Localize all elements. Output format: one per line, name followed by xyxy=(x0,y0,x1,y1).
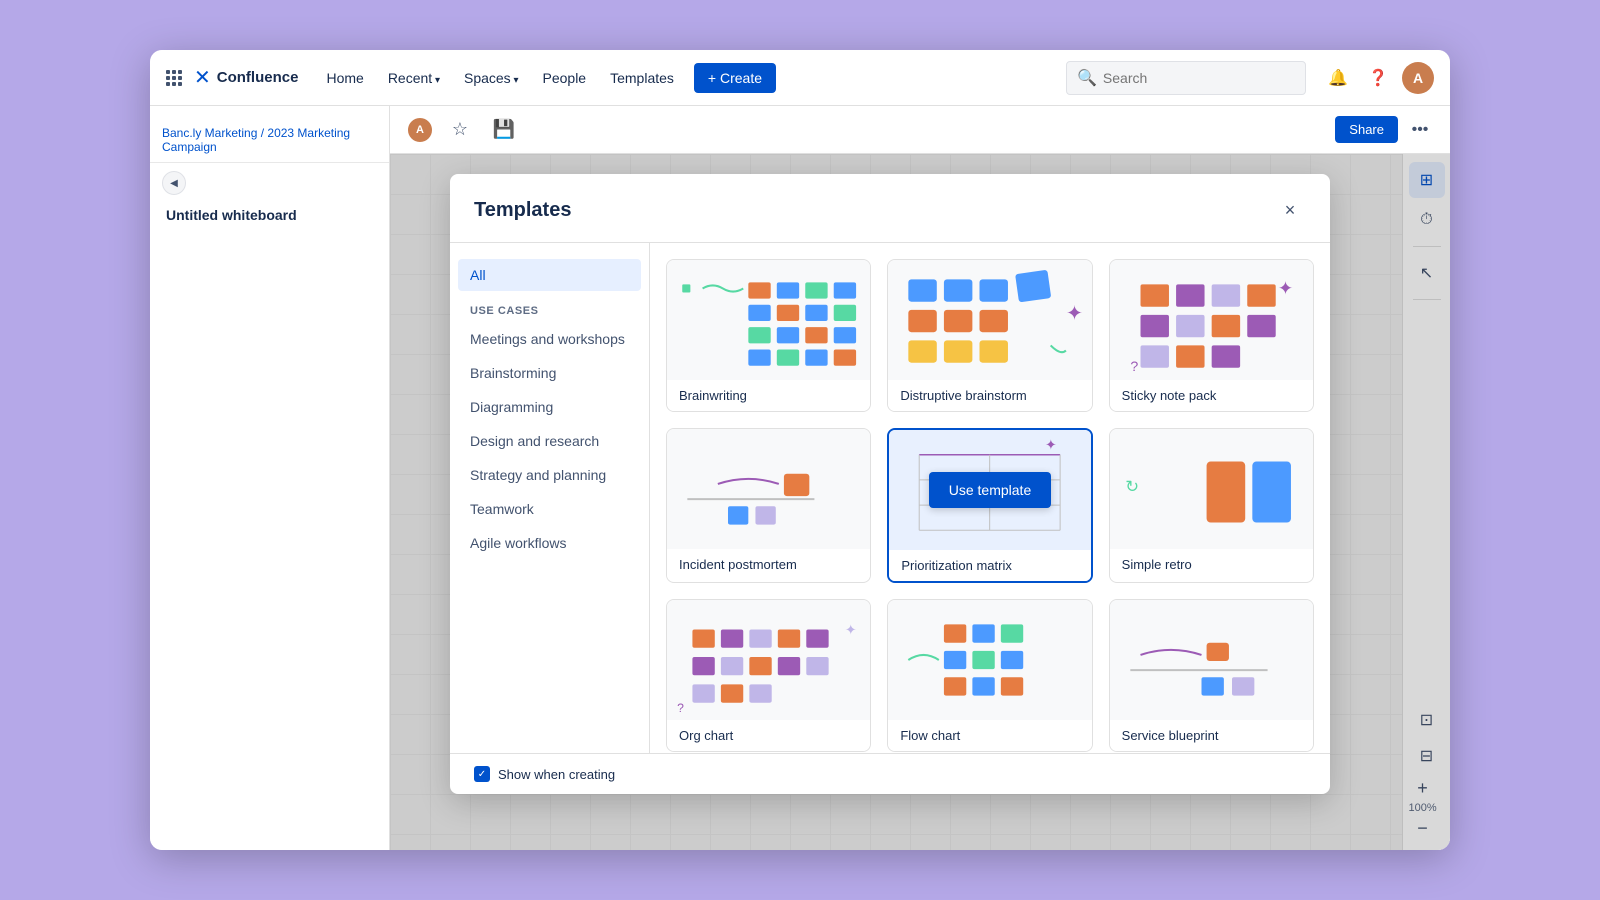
page-title: Untitled whiteboard xyxy=(150,199,389,231)
template-card-incident[interactable]: Incident postmortem xyxy=(666,428,871,583)
dialog-title: Templates xyxy=(474,199,571,222)
template-thumb-brainwriting xyxy=(667,260,870,380)
templates-dialog: Templates × All USE CASES Meetings and w… xyxy=(450,174,1330,794)
collab-avatar-1: A xyxy=(406,116,434,144)
templates-grid-area: Brainwriting xyxy=(650,243,1330,753)
use-template-button[interactable]: Use template xyxy=(929,472,1051,508)
nav-templates[interactable]: Templates xyxy=(602,64,682,92)
svg-text:✦: ✦ xyxy=(1277,278,1292,299)
confluence-logo-text: Confluence xyxy=(217,69,299,86)
canvas-area: ⊞ ⏱ ↖ ⊡ ⊟ + 100% − xyxy=(390,154,1450,850)
nav-people[interactable]: People xyxy=(535,64,595,92)
sidebar-item-teamwork[interactable]: Teamwork xyxy=(458,493,641,525)
page-topbar: A ☆ 💾 Share ••• xyxy=(390,106,1450,154)
collaborator-avatars: A xyxy=(406,116,434,144)
template-label-simple-retro: Simple retro xyxy=(1110,549,1313,580)
dialog-body: All USE CASES Meetings and workshops Bra… xyxy=(450,243,1330,753)
dialog-footer: ✓ Show when creating xyxy=(450,753,1330,794)
dialog-header: Templates × xyxy=(450,174,1330,243)
template-thumb-service-blueprint xyxy=(1110,600,1313,720)
search-icon: 🔍 xyxy=(1077,68,1097,88)
dialog-close-button[interactable]: × xyxy=(1274,194,1306,226)
search-input[interactable] xyxy=(1103,70,1295,86)
dialog-sidebar: All USE CASES Meetings and workshops Bra… xyxy=(450,243,650,753)
sidebar-item-strategy[interactable]: Strategy and planning xyxy=(458,459,641,491)
template-card-prioritization[interactable]: ✦ Use template Prioritization matrix xyxy=(887,428,1092,583)
template-card-org-chart[interactable]: ✦ xyxy=(666,599,871,752)
user-avatar[interactable]: A xyxy=(1402,62,1434,94)
nav-icon-group: 🔔 ❓ A xyxy=(1322,62,1434,94)
template-thumb-prioritization: ✦ Use template xyxy=(889,430,1090,550)
svg-text:✦: ✦ xyxy=(845,623,857,639)
sidebar-item-diagramming[interactable]: Diagramming xyxy=(458,391,641,423)
grid-menu-icon[interactable] xyxy=(166,70,182,86)
sidebar-item-meetings[interactable]: Meetings and workshops xyxy=(458,323,641,355)
svg-text:↻: ↻ xyxy=(1125,478,1139,496)
template-card-service-blueprint[interactable]: Service blueprint xyxy=(1109,599,1314,752)
nav-recent[interactable]: Recent xyxy=(380,64,448,92)
star-icon[interactable]: ☆ xyxy=(442,114,478,146)
save-icon[interactable]: 💾 xyxy=(486,114,522,146)
search-box[interactable]: 🔍 xyxy=(1066,61,1306,95)
template-card-brainwriting[interactable]: Brainwriting xyxy=(666,259,871,412)
more-options-button[interactable]: ••• xyxy=(1406,116,1434,144)
template-label-flow-chart: Flow chart xyxy=(888,720,1091,751)
template-label-brainwriting: Brainwriting xyxy=(667,380,870,411)
main-window: ✕ Confluence Home Recent Spaces People T… xyxy=(150,50,1450,850)
confluence-logo-icon: ✕ xyxy=(194,65,211,90)
template-label-prioritization: Prioritization matrix xyxy=(889,550,1090,581)
breadcrumb: Banc.ly Marketing / 2023 Marketing Campa… xyxy=(150,118,389,163)
notifications-icon[interactable]: 🔔 xyxy=(1322,62,1354,94)
create-button[interactable]: + Create xyxy=(694,63,776,93)
breadcrumb-part1[interactable]: Banc.ly Marketing xyxy=(162,126,257,140)
template-thumb-org-chart: ✦ xyxy=(667,600,870,720)
sidebar-item-brainstorming[interactable]: Brainstorming xyxy=(458,357,641,389)
svg-text:?: ? xyxy=(677,701,684,715)
page-area: Banc.ly Marketing / 2023 Marketing Campa… xyxy=(150,106,1450,850)
page-actions: Share ••• xyxy=(1335,116,1434,144)
template-card-simple-retro[interactable]: ↻ Simple retro xyxy=(1109,428,1314,583)
template-thumb-sticky: ✦ xyxy=(1110,260,1313,380)
nav-home[interactable]: Home xyxy=(318,64,371,92)
template-card-distruptive[interactable]: ✦ Distruptive brainstorm xyxy=(887,259,1092,412)
left-sidebar: Banc.ly Marketing / 2023 Marketing Campa… xyxy=(150,106,390,850)
share-button[interactable]: Share xyxy=(1335,116,1398,143)
template-label-sticky: Sticky note pack xyxy=(1110,380,1313,411)
confluence-logo[interactable]: ✕ Confluence xyxy=(194,65,298,90)
top-navigation: ✕ Confluence Home Recent Spaces People T… xyxy=(150,50,1450,106)
template-label-org-chart: Org chart xyxy=(667,720,870,751)
show-when-creating-label[interactable]: Show when creating xyxy=(498,767,615,782)
help-icon[interactable]: ❓ xyxy=(1362,62,1394,94)
sidebar-item-all[interactable]: All xyxy=(458,259,641,291)
sidebar-item-design[interactable]: Design and research xyxy=(458,425,641,457)
template-label-distruptive: Distruptive brainstorm xyxy=(888,380,1091,411)
template-thumb-flow-chart xyxy=(888,600,1091,720)
templates-grid: Brainwriting xyxy=(666,259,1314,752)
template-thumb-incident xyxy=(667,429,870,549)
template-thumb-distruptive: ✦ xyxy=(888,260,1091,380)
svg-text:?: ? xyxy=(1130,359,1138,375)
dialog-overlay: Templates × All USE CASES Meetings and w… xyxy=(390,154,1450,850)
nav-spaces[interactable]: Spaces xyxy=(456,64,527,92)
svg-text:✦: ✦ xyxy=(1066,303,1083,325)
show-when-creating-checkbox[interactable]: ✓ xyxy=(474,766,490,782)
main-content-area: A ☆ 💾 Share ••• ⊞ ⏱ ↖ xyxy=(390,106,1450,850)
template-card-sticky[interactable]: ✦ xyxy=(1109,259,1314,412)
template-thumb-simple-retro: ↻ xyxy=(1110,429,1313,549)
sidebar-section-use-cases: USE CASES xyxy=(458,293,641,323)
template-card-flow-chart[interactable]: Flow chart xyxy=(887,599,1092,752)
sidebar-item-agile[interactable]: Agile workflows xyxy=(458,527,641,559)
template-label-service-blueprint: Service blueprint xyxy=(1110,720,1313,751)
use-template-overlay: Use template xyxy=(889,430,1090,550)
template-label-incident: Incident postmortem xyxy=(667,549,870,580)
sidebar-toggle-button[interactable]: ◀ xyxy=(162,171,186,195)
